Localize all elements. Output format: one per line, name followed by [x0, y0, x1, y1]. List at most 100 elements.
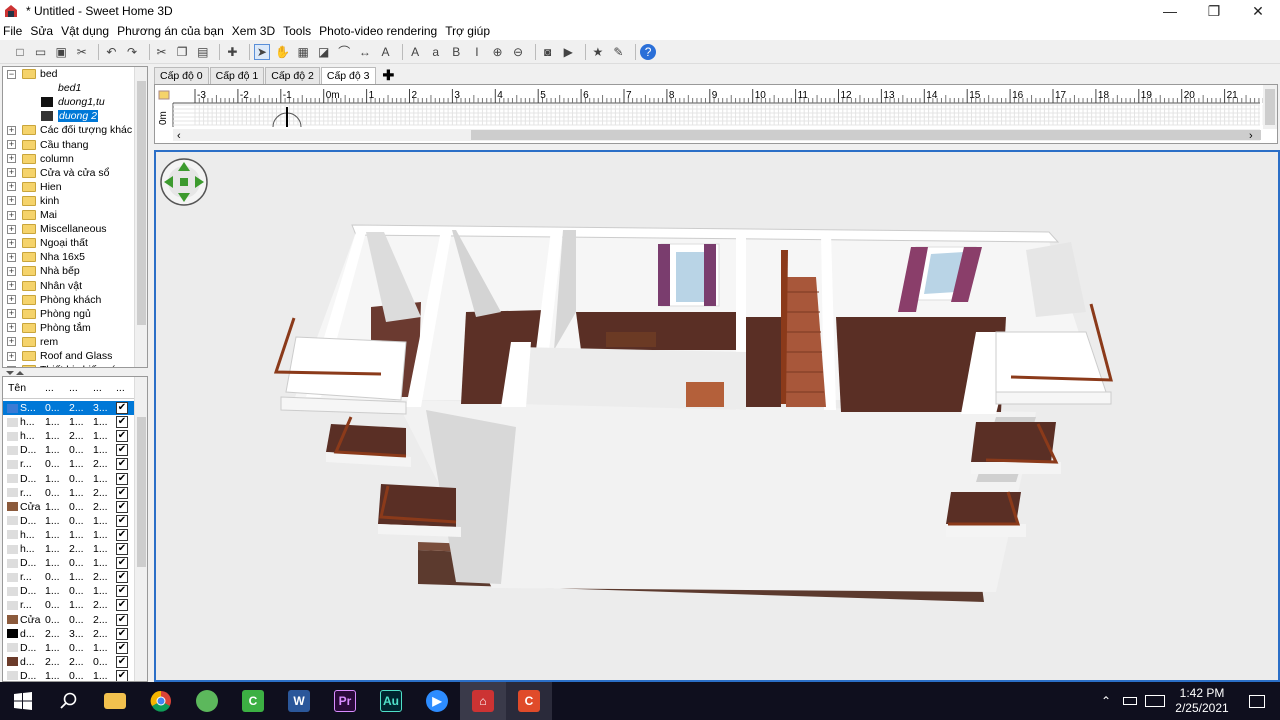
expand-toggle-icon[interactable]: + — [7, 309, 16, 319]
expand-toggle-icon[interactable]: + — [7, 154, 16, 164]
tree-group-0[interactable]: + Các đối tượng khác — [3, 123, 135, 137]
menu-plan[interactable]: Phương án của bạn — [117, 24, 224, 38]
expand-toggle-icon[interactable]: + — [7, 182, 16, 192]
menu-furniture[interactable]: Vật dụng — [61, 24, 109, 38]
table-row[interactable]: h... 1... 2... 1... ✔ — [3, 542, 135, 556]
create-photo-icon[interactable]: ◙ — [540, 44, 556, 60]
visible-checkbox[interactable]: ✔ — [116, 585, 128, 598]
expand-toggle-icon[interactable]: + — [7, 351, 16, 361]
audition-icon[interactable]: Au — [368, 682, 414, 720]
table-row[interactable]: h... 1... 2... 1... ✔ — [3, 429, 135, 443]
table-row[interactable]: D... 1... 0... 1... ✔ — [3, 669, 135, 681]
visible-checkbox[interactable]: ✔ — [116, 557, 128, 570]
zoom-in-icon[interactable]: ⊕ — [489, 44, 505, 60]
table-row[interactable]: r... 0... 1... 2... ✔ — [3, 457, 135, 471]
expand-toggle-icon[interactable]: + — [7, 140, 16, 149]
visible-checkbox[interactable]: ✔ — [116, 402, 128, 414]
catalog-scrollbar[interactable] — [134, 67, 147, 367]
visible-checkbox[interactable]: ✔ — [116, 571, 128, 584]
expand-toggle-icon[interactable]: + — [7, 337, 16, 347]
maximize-button[interactable]: ❐ — [1192, 0, 1236, 22]
tab-level-0[interactable]: Cấp độ 0 — [154, 67, 209, 84]
expand-toggle-icon[interactable]: + — [7, 295, 16, 305]
tree-group-10[interactable]: + Nhà bếp — [3, 264, 135, 278]
visible-checkbox[interactable]: ✔ — [116, 641, 128, 654]
expand-toggle-icon[interactable]: + — [7, 323, 16, 333]
tray-chevron-up-icon[interactable]: ⌃ — [1092, 682, 1120, 720]
visible-checkbox[interactable]: ✔ — [116, 472, 128, 485]
edit-3d-icon[interactable]: ✎ — [610, 44, 626, 60]
zoom-icon[interactable]: ▶ — [414, 682, 460, 720]
visible-checkbox[interactable]: ✔ — [116, 627, 128, 640]
table-row[interactable]: r... 0... 1... 2... ✔ — [3, 570, 135, 584]
undo-icon[interactable]: ↶ — [103, 44, 119, 60]
cut-icon[interactable]: ✂ — [154, 44, 170, 60]
greenshot-icon[interactable] — [184, 682, 230, 720]
battery-icon[interactable] — [1118, 682, 1142, 720]
expand-toggle-icon[interactable]: + — [7, 210, 16, 220]
tree-group-15[interactable]: + rem — [3, 335, 135, 349]
windows-start-icon[interactable] — [0, 682, 46, 720]
select-arrow-icon[interactable]: ➤ — [253, 43, 270, 60]
panel-splitter[interactable] — [2, 368, 148, 376]
expand-toggle-icon[interactable]: + — [7, 224, 16, 234]
menu-3d-view[interactable]: Xem 3D — [232, 24, 275, 38]
tree-group-1[interactable]: + Cầu thang — [3, 138, 135, 152]
table-row[interactable]: D... 1... 0... 1... ✔ — [3, 472, 135, 486]
visible-checkbox[interactable]: ✔ — [116, 500, 128, 513]
create-labels-icon[interactable]: A — [378, 44, 394, 60]
furniture-scroll-thumb[interactable] — [137, 417, 146, 567]
visible-checkbox[interactable]: ✔ — [116, 599, 128, 612]
add-level-button[interactable]: ✚ — [383, 67, 395, 84]
visible-checkbox[interactable]: ✔ — [116, 430, 128, 443]
chrome-icon[interactable] — [138, 682, 184, 720]
create-walls-icon[interactable]: ▦ — [295, 44, 311, 60]
visible-checkbox[interactable]: ✔ — [116, 528, 128, 541]
tree-group-3[interactable]: + Cửa và cửa sổ — [3, 166, 135, 180]
visible-checkbox[interactable]: ✔ — [116, 416, 128, 429]
bold-text-icon[interactable]: B — [448, 44, 464, 60]
expand-toggle-icon[interactable]: + — [7, 238, 16, 248]
cut-tool-icon[interactable]: ✂ — [74, 44, 90, 60]
furniture-scrollbar[interactable] — [134, 377, 147, 681]
camtasia-recorder-icon[interactable]: C — [506, 682, 552, 720]
visible-checkbox[interactable]: ✔ — [116, 486, 128, 499]
table-row[interactable]: D... 1... 0... 1... ✔ — [3, 443, 135, 457]
tree-group-11[interactable]: + Nhân vật — [3, 279, 135, 293]
table-row[interactable]: h... 1... 1... 1... ✔ — [3, 415, 135, 429]
visible-checkbox[interactable]: ✔ — [116, 543, 128, 555]
help-icon[interactable]: ? — [640, 43, 657, 60]
tree-group-16[interactable]: + Roof and Glass — [3, 349, 135, 363]
menu-file[interactable]: File — [3, 24, 22, 38]
decrease-text-icon[interactable]: a — [428, 44, 444, 60]
column-header[interactable]: ... — [69, 382, 78, 394]
tab-level-3[interactable]: Cấp độ 3 — [320, 67, 376, 84]
table-row[interactable]: D... 1... 0... 1... ✔ — [3, 584, 135, 598]
sweet-home-3d-icon[interactable]: ⌂ — [460, 682, 506, 720]
file-explorer-icon[interactable] — [92, 682, 138, 720]
tree-group-8[interactable]: + Ngoại thất — [3, 236, 135, 250]
table-row[interactable]: r... 0... 1... 2... ✔ — [3, 486, 135, 500]
tab-level-1[interactable]: Cấp độ 1 — [209, 67, 265, 84]
plan-view[interactable]: -3 -2 -1 0m 1 2 3 4 5 6 7 8 9 10 11 12 13 14 15 16 17 18 19 20 2… — [154, 84, 1278, 144]
word-icon[interactable]: W — [276, 682, 322, 720]
minimize-button[interactable]: — — [1148, 0, 1192, 22]
create-video-icon[interactable]: ▶ — [560, 44, 576, 60]
expand-toggle-icon[interactable]: + — [7, 266, 16, 276]
menu-photo-video[interactable]: Photo-video rendering — [319, 24, 437, 38]
visible-checkbox[interactable]: ✔ — [116, 458, 128, 471]
tree-group-6[interactable]: + Mai — [3, 208, 135, 222]
table-row[interactable]: d... 2... 3... 2... ✔ — [3, 627, 135, 641]
keyboard-icon[interactable] — [1142, 682, 1168, 720]
menu-tools[interactable]: Tools — [283, 24, 311, 38]
import-furniture-icon[interactable]: ★ — [590, 44, 606, 60]
catalog-scroll-thumb[interactable] — [137, 81, 146, 325]
column-header[interactable]: ... — [45, 382, 54, 394]
create-polylines-icon[interactable]: ⌒ — [336, 44, 352, 60]
camtasia-icon[interactable]: C — [230, 682, 276, 720]
table-row[interactable]: D... 1... 0... 1... ✔ — [3, 514, 135, 528]
tree-group-12[interactable]: + Phòng khách — [3, 293, 135, 307]
visible-checkbox[interactable]: ✔ — [116, 514, 128, 527]
tree-group-13[interactable]: + Phòng ngủ — [3, 307, 135, 321]
visible-checkbox[interactable]: ✔ — [116, 669, 128, 681]
